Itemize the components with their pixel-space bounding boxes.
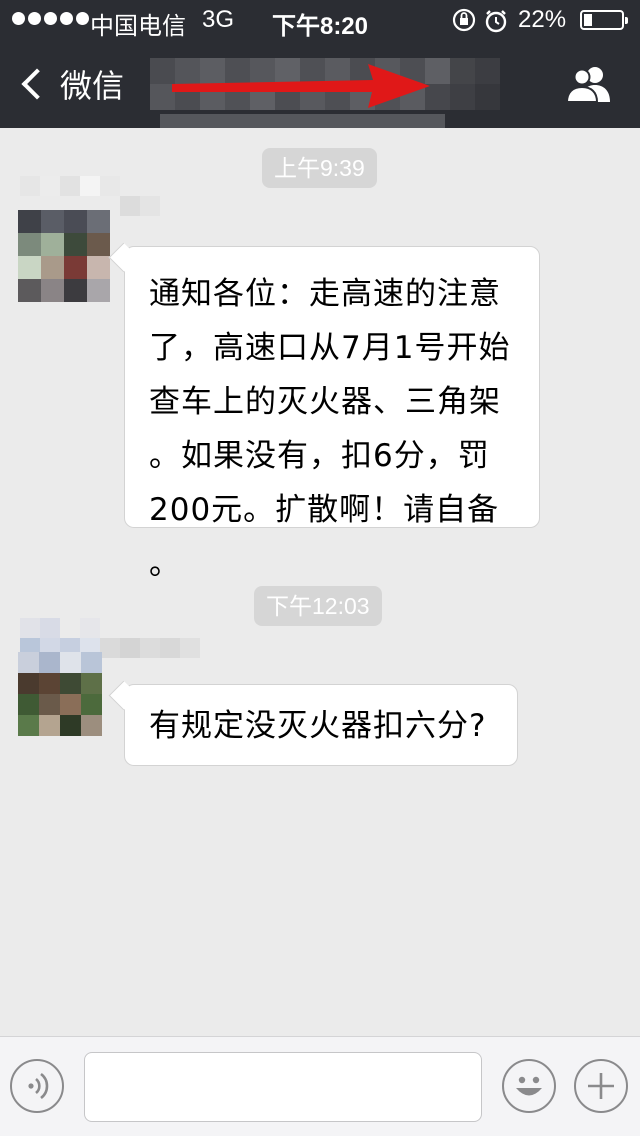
wechat-chat-screen: 中国电信 3G 下午8:20 22% 微信 上午9:39 通知各位：走高速的注意… — [0, 0, 640, 1136]
message-bubble[interactable]: 通知各位：走高速的注意 了，高速口从7月1号开始 查车上的灭火器、三角架 。如果… — [124, 246, 540, 582]
message-timestamp: 下午12:03 — [254, 586, 382, 626]
sender-avatar[interactable] — [18, 210, 110, 302]
message-input[interactable] — [84, 1052, 482, 1122]
chat-input-bar — [0, 1036, 640, 1136]
back-button[interactable]: 微信 — [18, 62, 124, 106]
navigation-bar: 微信 — [0, 40, 640, 128]
red-arrow-annotation — [172, 64, 430, 108]
message-text: 通知各位：走高速的注意 了，高速口从7月1号开始 查车上的灭火器、三角架 。如果… — [149, 276, 511, 582]
more-options-button[interactable] — [574, 1059, 628, 1113]
orientation-lock-icon — [452, 8, 476, 32]
status-icons — [452, 8, 507, 33]
back-label: 微信 — [60, 67, 125, 105]
emoji-icon — [516, 1076, 542, 1096]
emoji-button[interactable] — [502, 1059, 556, 1113]
bubble-tail — [113, 275, 133, 295]
battery-icon — [580, 10, 628, 30]
contacts-icon[interactable] — [565, 64, 613, 104]
battery-percent: 22% — [518, 6, 567, 33]
sender-avatar[interactable] — [18, 652, 102, 736]
message-text: 有规定没灭火器扣六分? — [149, 708, 487, 744]
plus-icon — [588, 1073, 614, 1099]
alarm-icon — [485, 10, 507, 33]
chat-subtitle-pixelated — [160, 114, 445, 128]
voice-input-button[interactable] — [10, 1059, 64, 1113]
message-timestamp: 上午9:39 — [262, 148, 377, 188]
battery-fill — [584, 14, 592, 26]
voice-icon — [28, 1072, 49, 1100]
chat-message-list[interactable]: 上午9:39 通知各位：走高速的注意 了，高速口从7月1号开始 查车上的灭火器、… — [0, 128, 640, 1036]
status-bar: 中国电信 3G 下午8:20 22% — [0, 0, 640, 40]
chevron-left-icon — [21, 68, 53, 100]
message-bubble[interactable]: 有规定没灭火器扣六分? — [124, 684, 518, 766]
